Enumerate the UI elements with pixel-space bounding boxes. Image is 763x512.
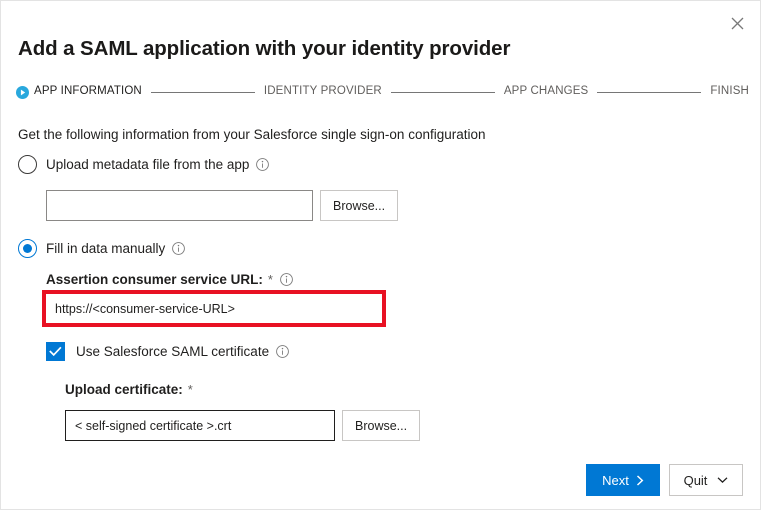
checkmark-icon: [49, 346, 62, 357]
saml-setup-dialog: Add a SAML application with your identit…: [0, 0, 761, 510]
radio-upload-metadata[interactable]: [18, 155, 37, 174]
next-button[interactable]: Next: [586, 464, 660, 496]
required-asterisk: *: [188, 383, 193, 396]
quit-button[interactable]: Quit: [669, 464, 743, 496]
close-icon-glyph: [731, 17, 744, 30]
certificate-file-row: < self-signed certificate >.crt Browse..…: [65, 410, 420, 441]
metadata-file-input[interactable]: [46, 190, 313, 221]
info-icon[interactable]: [276, 345, 289, 358]
acs-url-highlight-annotation: https://<consumer-service-URL>: [42, 290, 386, 327]
wizard-step-label: APP INFORMATION: [34, 86, 142, 98]
chevron-right-icon: [636, 475, 644, 486]
use-saml-certificate-checkbox[interactable]: [46, 342, 65, 361]
certificate-browse-button[interactable]: Browse...: [342, 410, 420, 441]
info-icon-glyph: [256, 158, 269, 171]
play-circle-icon: [16, 86, 29, 99]
wizard-step-app-information[interactable]: APP INFORMATION: [16, 86, 142, 99]
close-icon[interactable]: [722, 9, 752, 37]
wizard-step-label: IDENTITY PROVIDER: [264, 86, 382, 98]
upload-certificate-label-text: Upload certificate:: [65, 382, 183, 397]
chevron-down-icon: [717, 476, 728, 484]
certificate-file-input[interactable]: < self-signed certificate >.crt: [65, 410, 335, 441]
radio-upload-metadata-label: Upload metadata file from the app: [46, 157, 249, 172]
wizard-step-app-changes[interactable]: APP CHANGES: [504, 86, 589, 98]
wizard-step-label: APP CHANGES: [504, 86, 589, 98]
next-button-label: Next: [602, 473, 629, 488]
required-asterisk: *: [268, 273, 273, 286]
wizard-connector: [151, 92, 255, 93]
info-icon[interactable]: [280, 273, 293, 286]
dialog-footer: Next Quit: [586, 464, 743, 496]
info-icon-glyph: [276, 345, 289, 358]
page-title: Add a SAML application with your identit…: [18, 37, 510, 61]
metadata-file-row: Browse...: [46, 190, 398, 221]
upload-certificate-label: Upload certificate: *: [65, 382, 193, 397]
radio-option-upload-metadata[interactable]: Upload metadata file from the app: [18, 155, 269, 174]
wizard-step-indicator: APP INFORMATION IDENTITY PROVIDER APP CH…: [16, 83, 749, 101]
radio-fill-manually-label: Fill in data manually: [46, 241, 165, 256]
metadata-browse-button[interactable]: Browse...: [320, 190, 398, 221]
info-icon-glyph: [280, 273, 293, 286]
info-icon-glyph: [172, 242, 185, 255]
acs-url-label: Assertion consumer service URL: *: [46, 272, 293, 287]
quit-button-label: Quit: [684, 473, 708, 488]
wizard-step-label: FINISH: [710, 86, 749, 98]
info-icon[interactable]: [256, 158, 269, 171]
acs-url-input[interactable]: https://<consumer-service-URL>: [46, 294, 380, 323]
use-saml-certificate-label: Use Salesforce SAML certificate: [76, 344, 269, 359]
intro-text: Get the following information from your …: [18, 127, 486, 142]
wizard-connector: [597, 92, 701, 93]
wizard-connector: [391, 92, 495, 93]
radio-fill-manually[interactable]: [18, 239, 37, 258]
wizard-step-finish[interactable]: FINISH: [710, 86, 749, 98]
acs-url-label-text: Assertion consumer service URL:: [46, 272, 263, 287]
wizard-step-identity-provider[interactable]: IDENTITY PROVIDER: [264, 86, 382, 98]
radio-option-fill-manually[interactable]: Fill in data manually: [18, 239, 185, 258]
use-saml-certificate-row[interactable]: Use Salesforce SAML certificate: [46, 342, 289, 361]
info-icon[interactable]: [172, 242, 185, 255]
